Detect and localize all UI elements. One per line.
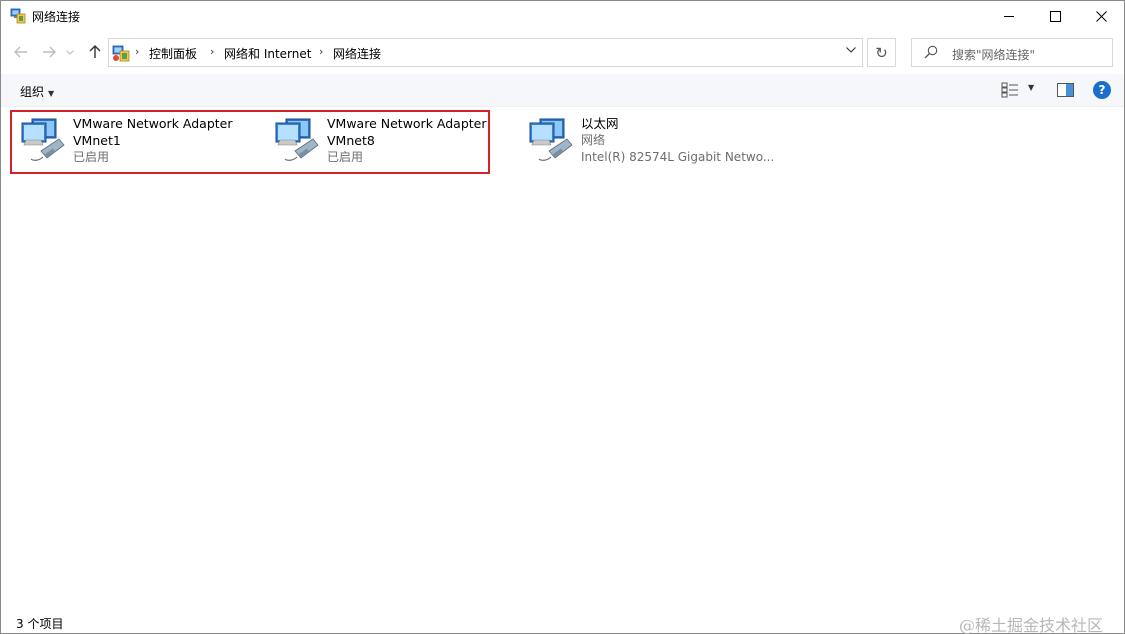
list-item-vmnet8[interactable]: VMware Network Adapter VMnet8 已启用 [275,115,505,171]
item-subtitle: VMnet8 [327,133,375,148]
control-panel-icon [112,45,130,62]
preview-pane-icon[interactable] [1057,83,1074,97]
minimize-icon [1003,16,1014,17]
up-button[interactable] [85,42,105,62]
list-item-vmnet1[interactable]: VMware Network Adapter VMnet1 已启用 [21,115,251,171]
navigation-bar: › 控制面板 › 网络和 Internet › 网络连接 ↻ 搜索"网络连接" [1,32,1124,74]
caret-down-icon: ▼ [48,89,55,98]
item-status: 已启用 [73,150,110,164]
address-bar[interactable]: › 控制面板 › 网络和 Internet › 网络连接 [108,38,863,67]
breadcrumb-network-internet[interactable]: 网络和 Internet [224,45,311,62]
arrow-right-icon [43,46,56,58]
window-title: 网络连接 [32,10,81,24]
maximize-button[interactable] [1032,1,1078,32]
maximize-icon [1049,11,1061,22]
item-status: Intel(R) 82574L Gigabit Netwo... [581,150,775,164]
view-options-icon[interactable] [1001,82,1019,98]
network-adapter-icon [529,118,573,161]
item-subtitle: VMnet1 [73,133,121,148]
chevron-down-icon [66,49,74,55]
minimize-button[interactable] [986,1,1032,32]
item-subtitle: 网络 [581,133,606,147]
chevron-down-icon [846,47,856,53]
network-adapter-icon [275,118,319,161]
breadcrumb-control-panel[interactable]: 控制面板 [149,45,197,62]
search-placeholder: 搜索"网络连接" [952,48,1036,62]
item-status: 已启用 [327,150,364,164]
help-icon[interactable]: ? [1093,81,1111,99]
back-button[interactable] [11,42,31,62]
breadcrumb-separator: › [319,45,324,58]
search-input[interactable]: 搜索"网络连接" [911,38,1113,67]
recent-locations-button[interactable] [63,42,77,62]
file-list: VMware Network Adapter VMnet1 已启用 VMware… [1,107,1124,607]
breadcrumb-separator: › [135,45,140,58]
search-icon [924,45,938,59]
item-name: VMware Network Adapter [327,116,487,131]
watermark: @稀土掘金技术社区 [959,616,1104,634]
title-bar: 网络连接 [1,1,1124,32]
breadcrumb-network-connections[interactable]: 网络连接 [333,45,381,62]
command-bar: 组织 ▼ ▼ ? [1,74,1124,107]
close-icon [1095,11,1107,22]
arrow-up-icon [89,45,101,58]
item-name: 以太网 [581,116,619,131]
network-connection-icon [10,8,26,24]
status-bar: 3 个项目 @稀土掘金技术社区 [1,611,1124,634]
close-button[interactable] [1078,1,1124,32]
list-item-ethernet[interactable]: 以太网 网络 Intel(R) 82574L Gigabit Netwo... [529,115,789,171]
forward-button[interactable] [39,42,59,62]
organize-label: 组织 [20,85,45,99]
organize-menu-button[interactable]: 组织 ▼ [20,83,54,100]
view-dropdown-button[interactable]: ▼ [1028,83,1034,92]
refresh-button[interactable]: ↻ [867,38,896,67]
item-count: 3 个项目 [16,617,64,631]
breadcrumb-separator: › [210,45,215,58]
arrow-left-icon [14,46,27,58]
network-adapter-icon [21,118,65,161]
explorer-window: 网络连接 › 控制面板 › 网络和 Internet › 网络连接 ↻ 搜索"网… [0,0,1125,634]
item-name: VMware Network Adapter [73,116,233,131]
address-dropdown-button[interactable] [846,45,856,56]
